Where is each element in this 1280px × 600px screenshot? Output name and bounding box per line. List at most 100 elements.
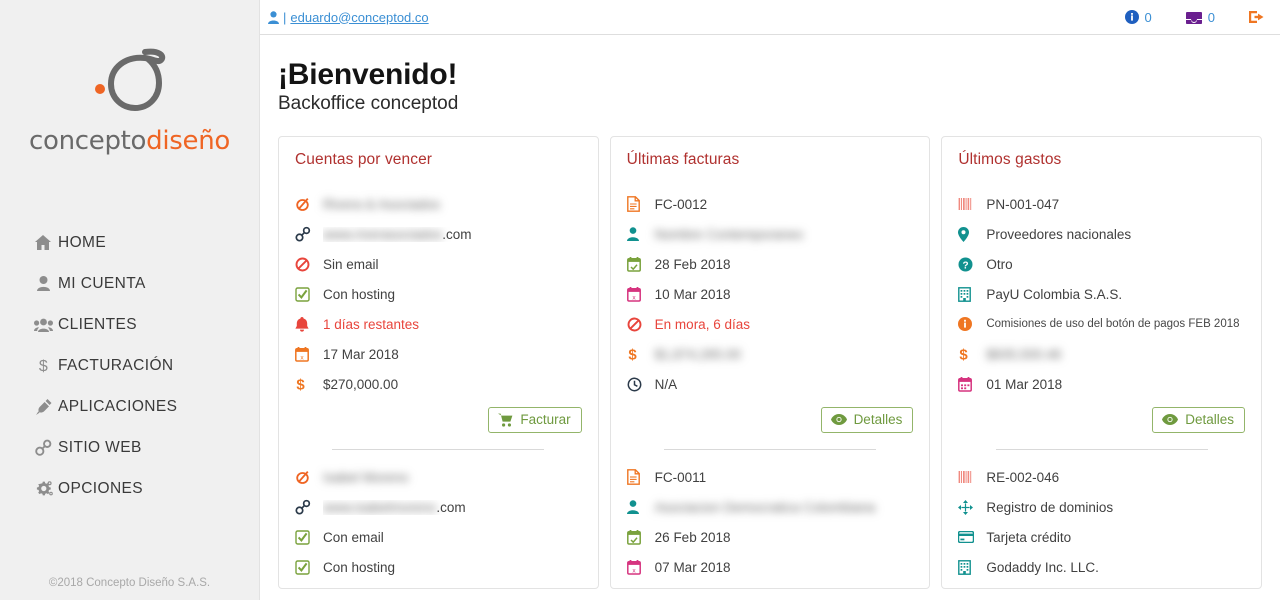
redacted-text: $1,874,265.00 [654,346,742,362]
sidebar-item-sitio-web[interactable]: SITIO WEB [0,427,259,468]
card-entry-row: Con hosting [295,552,582,582]
card-entry-row: Asociacion Democratica Colombiana [626,492,914,522]
card-entry-row: En mora, 6 días [627,309,914,339]
card-entry-row: PayU Colombia S.A.S. [958,279,1245,309]
domain-suffix: .com [442,226,472,242]
card-entry-text: Tarjeta crédito [986,529,1072,545]
card-entry-row: Rivera & Asociados [295,189,582,219]
card-entry-row: Nombre Contemporaneo [626,219,914,249]
sidebar-item-label: FACTURACIÓN [58,356,174,374]
facturar-button[interactable]: Facturar [488,407,582,434]
card-action-row: Detalles [627,399,914,443]
redacted-text: $835,500.46 [986,346,1062,362]
button-label: Detalles [1185,412,1235,428]
user-icon [268,10,279,24]
redacted-text: www.isabelmoreno [323,499,437,515]
plug-icon [28,398,58,415]
calendar-check-icon [626,256,655,272]
info-circle-icon [1124,10,1139,24]
card-entry-text: 01 Mar 2018 [986,376,1063,392]
redacted-text: www.riverasociados [323,226,443,242]
card-entry-text: Con hosting [323,286,396,302]
card-entry-row: Proveedores nacionales [958,219,1245,249]
sidebar-item-opciones[interactable]: OPCIONES [0,468,259,509]
card-entry-text: Comisiones de uso del botón de pagos FEB… [986,318,1240,331]
card-entry-text: FC-0011 [654,469,707,485]
dashboard-card: Últimas facturas FC-0012 Nombre Contempora… [609,136,931,590]
card-entry-text: 1 días restantes [323,316,420,332]
card-entry: FC-0011 Asociacion Democratica Colombiana… [626,460,914,582]
card-entry-text: PN-001-047 [986,196,1060,212]
sidebar-item-label: MI CUENTA [58,274,146,292]
card-title: Cuentas por vencer [295,151,433,169]
building-icon [958,286,986,302]
card-entry-text: PayU Colombia S.A.S. [986,286,1123,302]
entry-divider [663,449,877,451]
sidebar-item-label: SITIO WEB [58,438,142,456]
card-entry-text: 26 Feb 2018 [654,529,731,545]
card-entry-row: Con hosting [295,279,582,309]
card-entry-text: Con hosting [323,559,396,575]
footer-copyright: ©2018 Concepto Diseño S.A.S. [48,577,211,589]
entry-divider [332,449,545,451]
dashboard-card: Cuentas por vencer Rivera & Asociados www.… [278,136,599,590]
messages-count: 0 [1207,9,1215,25]
logout-button[interactable] [1249,10,1264,24]
logo-wordmark: conceptodiseño [29,126,230,156]
chain-icon [295,499,323,515]
credit-card-icon [958,531,986,544]
topbar-user: | eduardo@conceptod.co [268,10,429,25]
card-entry-row: Registro de dominios [958,492,1245,522]
dollar-icon: $ [958,346,986,362]
button-label: Facturar [520,412,571,428]
redacted-text: Asociacion Democratica Colombiana [654,499,876,515]
check-square-icon [295,530,323,545]
calendar-times-icon: x [295,346,323,362]
brand-logo[interactable]: conceptodiseño [0,0,259,156]
card-entry-text: FC-0012 [654,196,708,212]
sign-out-icon [1249,10,1264,24]
card-entry-row: $ $270,000.00 [295,369,582,399]
card-entry: RE-002-046 Registro de dominios Tarjeta cr… [958,460,1245,582]
sidebar-item-mi-cuenta[interactable]: MI CUENTA [0,263,259,304]
redacted-text: Rivera & Asociados [323,196,441,212]
entry-divider [995,449,1208,451]
user-icon [626,227,655,242]
card-entry-row: Isabel Moreno [295,462,582,492]
user-icon [28,276,58,291]
file-icon [626,196,655,213]
svg-text:$: $ [296,377,305,392]
card-entry: FC-0012 Nombre Contemporaneo 28 Feb 2018 x 1… [626,187,914,443]
info-circle-icon [958,317,986,332]
ban-icon [627,317,655,332]
sidebar-item-clientes[interactable]: CLIENTES [0,304,259,345]
card-entry-row: FC-0012 [626,189,914,219]
card-entry-text: www.isabelmoreno.com [323,500,466,515]
svg-text:?: ? [963,260,969,271]
sidebar-item-label: APLICACIONES [58,397,178,415]
notifications-button[interactable]: 0 [1124,10,1152,25]
sidebar-item-facturacion[interactable]: $ FACTURACIÓN [0,345,259,386]
inbox-icon [1185,11,1202,24]
card-entry-row: www.isabelmoreno.com [295,492,582,522]
page-header: ¡Bienvenido! Backoffice conceptod [260,35,1280,115]
topbar-email-link[interactable]: eduardo@conceptod.co [290,10,428,25]
messages-button[interactable]: 0 [1185,9,1215,25]
detalles-button[interactable]: Detalles [820,407,914,434]
dollar-icon: $ [627,346,655,362]
sidebar-item-aplicaciones[interactable]: APLICACIONES [0,386,259,427]
circle-slash-icon [295,470,323,485]
sidebar-item-home[interactable]: HOME [0,222,259,263]
card-entry-row: x 10 Mar 2018 [626,279,914,309]
card-entry-row: 1 días restantes [295,309,582,339]
card-action-row: Facturar [295,399,582,443]
card-entry-row: 28 Feb 2018 [626,249,914,279]
card-entry-row: Comisiones de uso del botón de pagos FEB… [958,309,1245,339]
sidebar: conceptodiseño HOME MI CUENTA CLIENTES $… [0,0,260,600]
sidebar-item-label: CLIENTES [58,315,137,333]
bell-icon [295,316,323,332]
card-entry-row: Tarjeta crédito [958,522,1245,552]
dollar-icon: $ [295,376,323,392]
app-root: conceptodiseño HOME MI CUENTA CLIENTES $… [0,0,1280,600]
detalles-button[interactable]: Detalles [1152,407,1246,434]
